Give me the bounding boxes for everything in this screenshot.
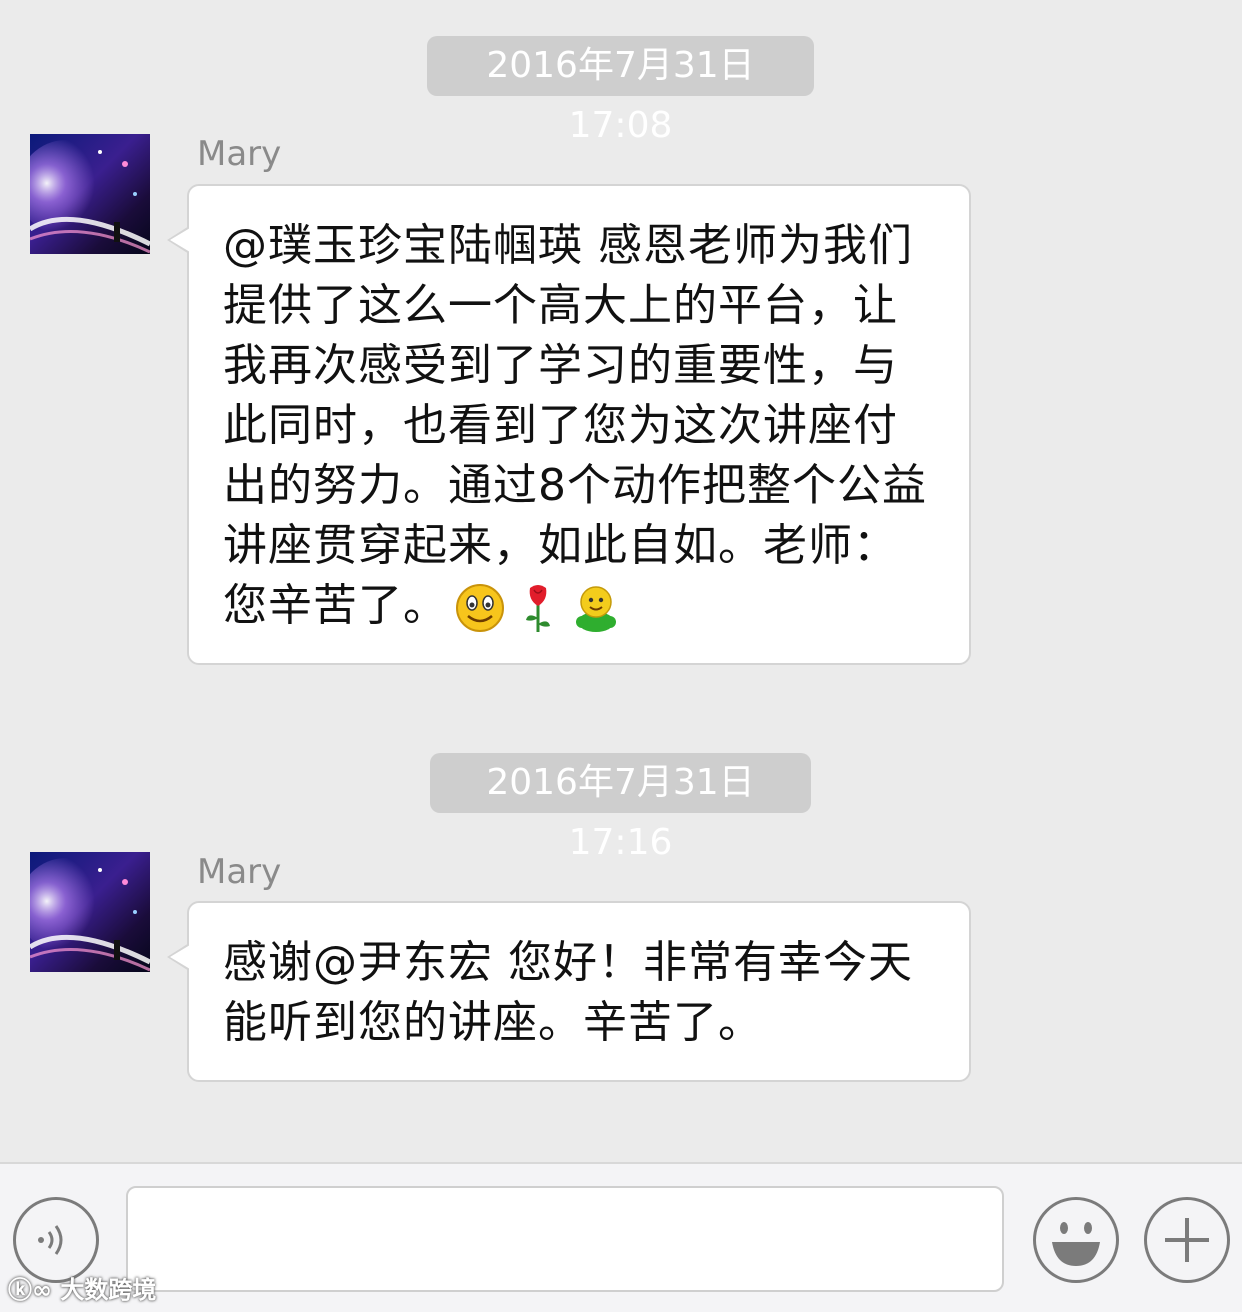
- message-bubble[interactable]: 感谢@尹东宏 您好！非常有幸今天能听到您的讲座。辛苦了。: [167, 901, 971, 1082]
- sender-name: Mary: [197, 852, 282, 892]
- green-figure-emoji-icon: [570, 582, 622, 634]
- sender-name: Mary: [197, 134, 282, 174]
- message-text: 感谢@尹东宏 您好！非常有幸今天能听到您的讲座。辛苦了。: [223, 937, 913, 1048]
- avatar-image: [30, 134, 150, 254]
- message-text: @璞玉珍宝陆帼瑛 感恩老师为我们提供了这么一个高大上的平台，让我再次感受到了学习…: [223, 220, 927, 631]
- smile-emoji-icon: [454, 582, 506, 634]
- emoji-button[interactable]: [1033, 1197, 1119, 1283]
- watermark: ⓚ∞ 大数跨境: [8, 1270, 156, 1305]
- smiley-icon: [1052, 1222, 1100, 1266]
- message-bubble[interactable]: @璞玉珍宝陆帼瑛 感恩老师为我们提供了这么一个高大上的平台，让我再次感受到了学习…: [167, 184, 971, 665]
- message-timestamp: 2016年7月31日 17:16: [430, 753, 811, 863]
- message-input[interactable]: [126, 1186, 1004, 1292]
- avatar-image: [30, 852, 150, 972]
- chat-area[interactable]: 2016年7月31日 17:08 Mary @璞玉珍宝陆帼瑛 感恩老师为我们提供…: [0, 0, 1242, 1162]
- plus-icon: [1165, 1218, 1209, 1262]
- input-bar: [0, 1162, 1242, 1312]
- rose-emoji-icon: [512, 582, 564, 634]
- more-button[interactable]: [1144, 1197, 1230, 1283]
- watermark-logo-icon: ⓚ∞: [8, 1276, 61, 1304]
- avatar[interactable]: [30, 852, 150, 972]
- message-timestamp: 2016年7月31日 17:08: [427, 36, 814, 146]
- voice-icon: [38, 1225, 63, 1255]
- watermark-text: 大数跨境: [60, 1276, 157, 1304]
- avatar[interactable]: [30, 134, 150, 254]
